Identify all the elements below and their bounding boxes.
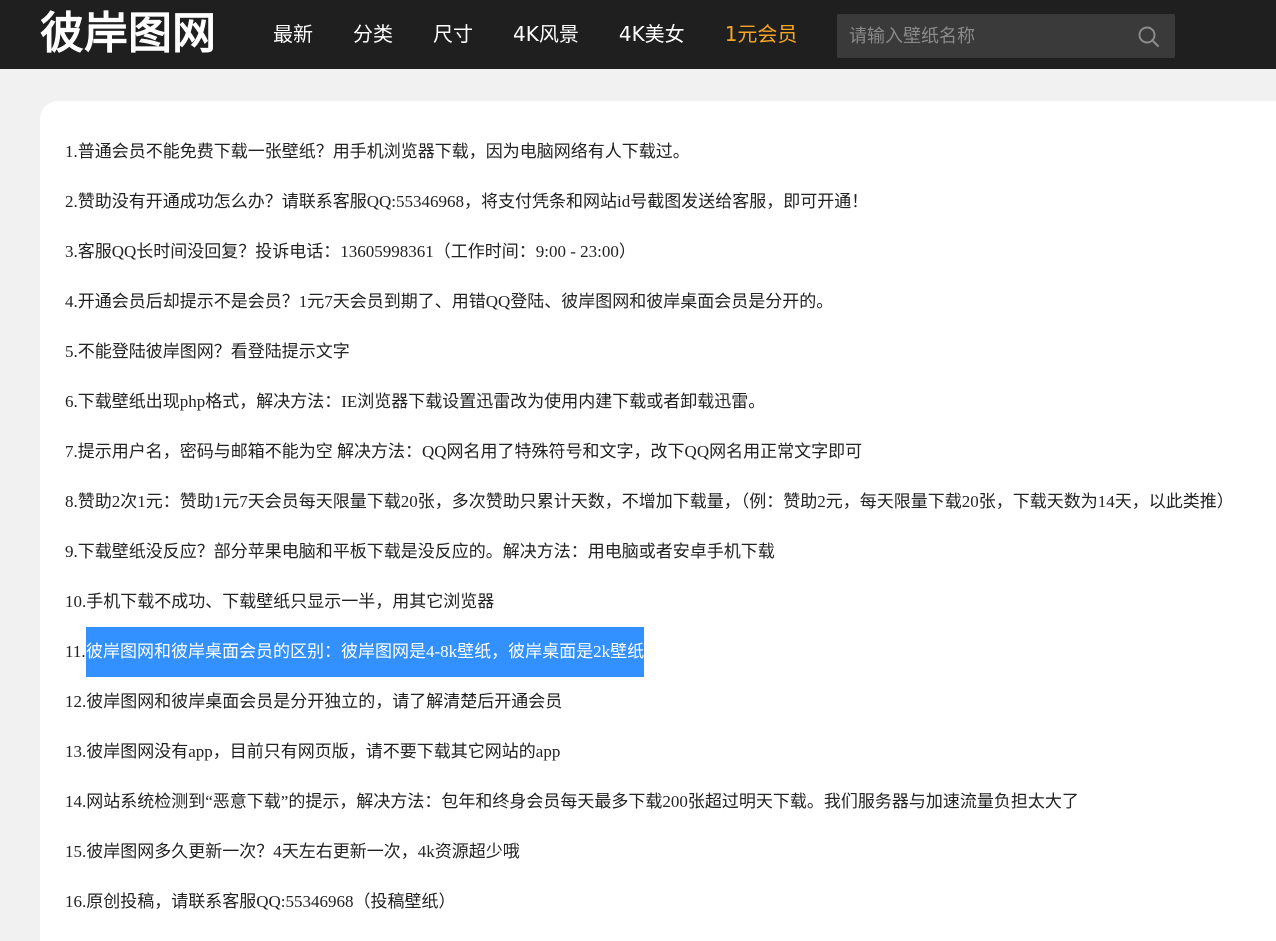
faq-item-6: 6.下载壁纸出现php格式，解决方法：IE浏览器下载设置迅雷改为使用内建下载或者… [65, 392, 766, 411]
faq-item-7: 7.提示用户名，密码与邮箱不能为空 解决方法：QQ网名用了特殊符号和文字，改下Q… [65, 442, 863, 461]
nav-item-sizes[interactable]: 尺寸 [433, 0, 473, 69]
faq-item-12: 12.彼岸图网和彼岸桌面会员是分开独立的，请了解清楚后开通会员 [65, 692, 563, 711]
nav-item-4k-landscape[interactable]: 4K风景 [513, 0, 579, 69]
faq-item-16: 16.原创投稿，请联系客服QQ:55346968（投稿壁纸） [65, 892, 456, 911]
faq-item-9: 9.下载壁纸没反应？部分苹果电脑和平板下载是没反应的。解决方法：用电脑或者安卓手… [65, 542, 775, 561]
faq-item-13: 13.彼岸图网没有app，目前只有网页版，请不要下载其它网站的app [65, 742, 561, 761]
faq-item-1: 1.普通会员不能免费下载一张壁纸？用手机浏览器下载，因为电脑网络有人下载过。 [65, 142, 690, 161]
faq-item-11-number: 11. [65, 642, 86, 661]
search-box [837, 14, 1175, 58]
faq-item-14: 14.网站系统检测到“恶意下载”的提示，解决方法：包年和终身会员每天最多下载20… [65, 792, 1079, 811]
faq-item-11: 11. 彼岸图网和彼岸桌面会员的区别：彼岸图网是4-8k壁纸，彼岸桌面是2k壁纸 [65, 627, 1275, 687]
top-navigation-bar: 彼岸图网 最新 分类 尺寸 4K风景 4K美女 1元会员 [0, 0, 1276, 69]
faq-list: 1.普通会员不能免费下载一张壁纸？用手机浏览器下载，因为电脑网络有人下载过。 2… [65, 137, 1275, 937]
selected-text-highlight: 彼岸图网和彼岸桌面会员的区别：彼岸图网是4-8k壁纸，彼岸桌面是2k壁纸 [86, 627, 645, 677]
faq-item-8: 8.赞助2次1元：赞助1元7天会员每天限量下载20张，多次赞助只累计天数，不增加… [65, 492, 1234, 511]
faq-item-4: 4.开通会员后却提示不是会员？1元7天会员到期了、用错QQ登陆、彼岸图网和彼岸桌… [65, 292, 834, 311]
faq-item-5: 5.不能登陆彼岸图网？看登陆提示文字 [65, 342, 350, 361]
nav-item-4k-beauty[interactable]: 4K美女 [619, 0, 685, 69]
nav-item-vip-membership[interactable]: 1元会员 [725, 0, 798, 69]
nav-item-latest[interactable]: 最新 [273, 0, 313, 69]
search-icon[interactable] [1137, 25, 1161, 49]
main-nav: 最新 分类 尺寸 4K风景 4K美女 1元会员 [273, 0, 837, 69]
faq-item-2: 2.赞助没有开通成功怎么办？请联系客服QQ:55346968，将支付凭条和网站i… [65, 192, 869, 211]
nav-item-categories[interactable]: 分类 [353, 0, 393, 69]
faq-item-15: 15.彼岸图网多久更新一次？4天左右更新一次，4k资源超少哦 [65, 842, 520, 861]
site-logo[interactable]: 彼岸图网 [40, 8, 216, 60]
search-input[interactable] [837, 14, 1127, 58]
faq-item-3: 3.客服QQ长时间没回复？投诉电话：13605998361（工作时间：9:00 … [65, 242, 636, 261]
